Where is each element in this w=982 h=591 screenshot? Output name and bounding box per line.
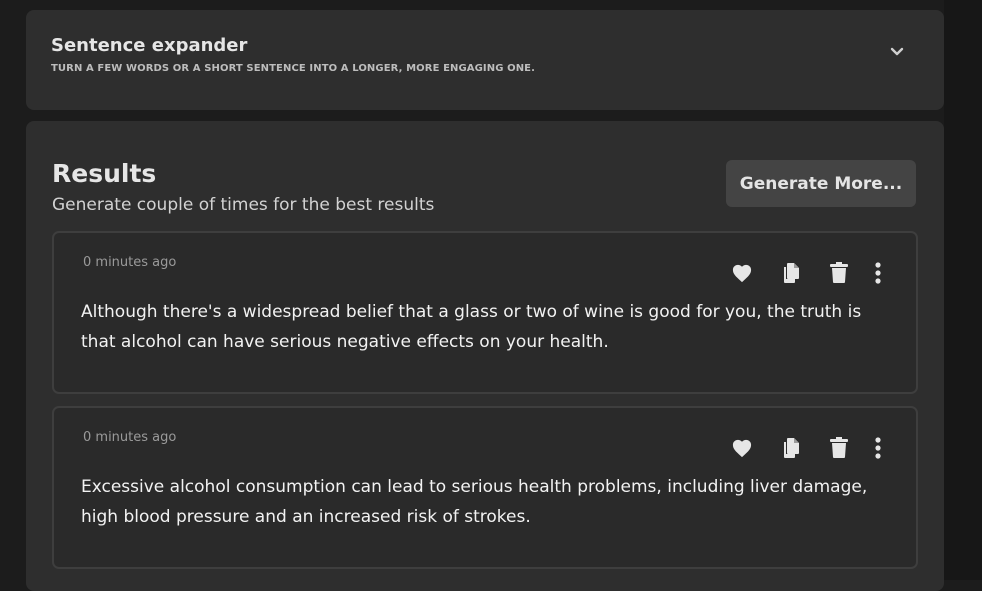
copy-icon[interactable] [779,436,803,460]
result-timestamp: 0 minutes ago [83,255,177,270]
result-text: Excessive alcohol consumption can lead t… [81,477,868,527]
heart-icon[interactable] [730,436,754,460]
trash-icon[interactable] [827,261,851,285]
result-text: Although there's a widespread belief tha… [81,302,862,352]
generate-more-button[interactable]: Generate More... [726,160,916,207]
chevron-down-icon[interactable] [888,42,906,60]
more-vertical-icon[interactable] [866,261,890,285]
copy-icon[interactable] [779,261,803,285]
result-timestamp: 0 minutes ago [83,430,177,445]
results-subtitle: Generate couple of times for the best re… [52,195,435,215]
result-item: 0 minutes ago Although there's a widespr… [52,231,918,394]
tool-header-card[interactable]: Sentence expander TURN A FEW WORDS OR A … [26,10,944,110]
results-panel: Results Generate couple of times for the… [26,121,944,591]
trash-icon[interactable] [827,436,851,460]
heart-icon[interactable] [730,261,754,285]
results-title: Results [52,159,157,188]
result-item: 0 minutes ago Excessive alcohol consumpt… [52,406,918,569]
more-vertical-icon[interactable] [866,436,890,460]
tool-title: Sentence expander [51,35,248,56]
tool-subtitle: TURN A FEW WORDS OR A SHORT SENTENCE INT… [51,63,536,74]
page-gutter [944,0,982,580]
